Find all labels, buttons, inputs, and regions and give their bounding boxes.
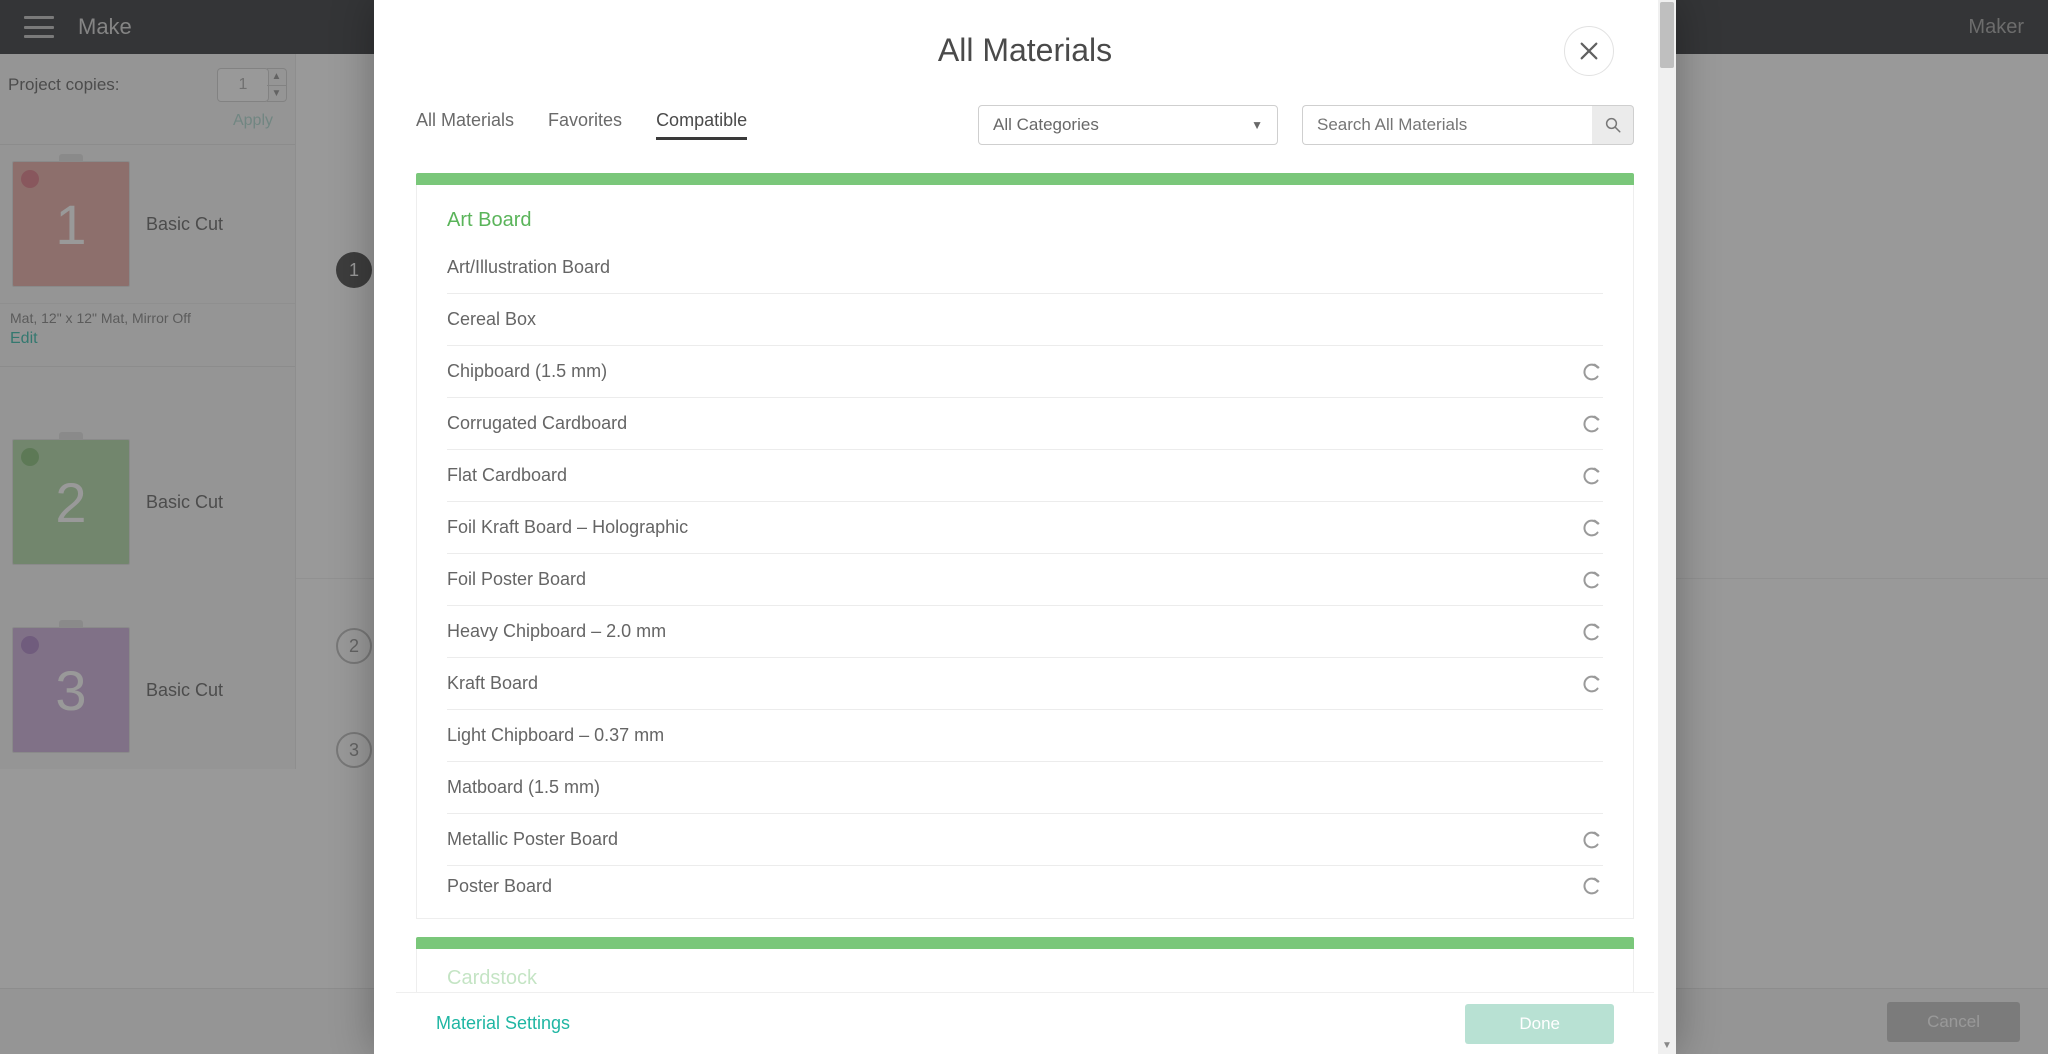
cricut-badge-icon xyxy=(1581,673,1603,695)
material-name: Metallic Poster Board xyxy=(447,829,618,850)
cricut-badge-icon xyxy=(1581,875,1603,897)
material-row[interactable]: Light Chipboard – 0.37 mm xyxy=(447,710,1603,762)
category-select[interactable]: All Categories ▼ xyxy=(978,105,1278,145)
tab-compatible[interactable]: Compatible xyxy=(656,110,747,140)
material-row[interactable]: Metallic Poster Board xyxy=(447,814,1603,866)
modal-title: All Materials xyxy=(396,0,1654,105)
modal-scrollbar[interactable]: ▼ xyxy=(1658,0,1676,1054)
material-row[interactable]: Cereal Box xyxy=(447,294,1603,346)
close-icon xyxy=(1578,40,1600,62)
scroll-down-icon[interactable]: ▼ xyxy=(1658,1036,1676,1054)
scrollbar-thumb[interactable] xyxy=(1660,2,1674,68)
material-settings-link[interactable]: Material Settings xyxy=(436,1013,570,1034)
category-header-bar xyxy=(416,173,1634,185)
material-row[interactable]: Matboard (1.5 mm) xyxy=(447,762,1603,814)
done-button[interactable]: Done xyxy=(1465,1004,1614,1044)
material-row[interactable]: Kraft Board xyxy=(447,658,1603,710)
material-name: Kraft Board xyxy=(447,673,538,694)
cricut-badge-icon xyxy=(1581,413,1603,435)
category-title: Cardstock xyxy=(417,967,1633,992)
cricut-badge-icon xyxy=(1581,465,1603,487)
cricut-badge-icon xyxy=(1581,517,1603,539)
modal-controls: All Materials Favorites Compatible All C… xyxy=(396,105,1654,173)
modal-footer: Material Settings Done xyxy=(396,992,1654,1054)
category-title: Art Board xyxy=(417,209,1633,242)
category-card: Art Board Art/Illustration Board Cereal B… xyxy=(416,185,1634,919)
material-row[interactable]: Foil Kraft Board – Holographic xyxy=(447,502,1603,554)
material-row[interactable]: Art/Illustration Board xyxy=(447,242,1603,294)
material-row[interactable]: Flat Cardboard xyxy=(447,450,1603,502)
cricut-badge-icon xyxy=(1581,621,1603,643)
material-name: Foil Poster Board xyxy=(447,569,586,590)
material-name: Chipboard (1.5 mm) xyxy=(447,361,607,382)
search-input[interactable] xyxy=(1302,105,1592,145)
material-row[interactable]: Corrugated Cardboard xyxy=(447,398,1603,450)
category-header-bar xyxy=(416,937,1634,949)
tab-all-materials[interactable]: All Materials xyxy=(416,110,514,140)
tab-favorites[interactable]: Favorites xyxy=(548,110,622,140)
material-name: Light Chipboard – 0.37 mm xyxy=(447,725,664,746)
cricut-badge-icon xyxy=(1581,829,1603,851)
category-card-next: Cardstock xyxy=(416,949,1634,992)
material-row[interactable]: Foil Poster Board xyxy=(447,554,1603,606)
modal-tabs: All Materials Favorites Compatible xyxy=(416,110,747,140)
material-name: Foil Kraft Board – Holographic xyxy=(447,517,688,538)
material-name: Poster Board xyxy=(447,876,552,897)
material-row[interactable]: Chipboard (1.5 mm) xyxy=(447,346,1603,398)
close-button[interactable] xyxy=(1564,26,1614,76)
material-name: Art/Illustration Board xyxy=(447,257,610,278)
category-select-value: All Categories xyxy=(993,115,1099,135)
materials-modal: ▼ All Materials All Materials Favorites … xyxy=(374,0,1676,1054)
search-wrap xyxy=(1302,105,1634,145)
cricut-badge-icon xyxy=(1581,361,1603,383)
chevron-down-icon: ▼ xyxy=(1251,118,1263,132)
material-name: Flat Cardboard xyxy=(447,465,567,486)
cricut-badge-icon xyxy=(1581,569,1603,591)
search-icon xyxy=(1604,116,1622,134)
material-row[interactable]: Poster Board xyxy=(447,866,1603,918)
materials-list: Art Board Art/Illustration Board Cereal B… xyxy=(396,173,1654,992)
search-button[interactable] xyxy=(1592,105,1634,145)
material-row[interactable]: Heavy Chipboard – 2.0 mm xyxy=(447,606,1603,658)
material-name: Matboard (1.5 mm) xyxy=(447,777,600,798)
material-name: Heavy Chipboard – 2.0 mm xyxy=(447,621,666,642)
material-name: Corrugated Cardboard xyxy=(447,413,627,434)
material-name: Cereal Box xyxy=(447,309,536,330)
